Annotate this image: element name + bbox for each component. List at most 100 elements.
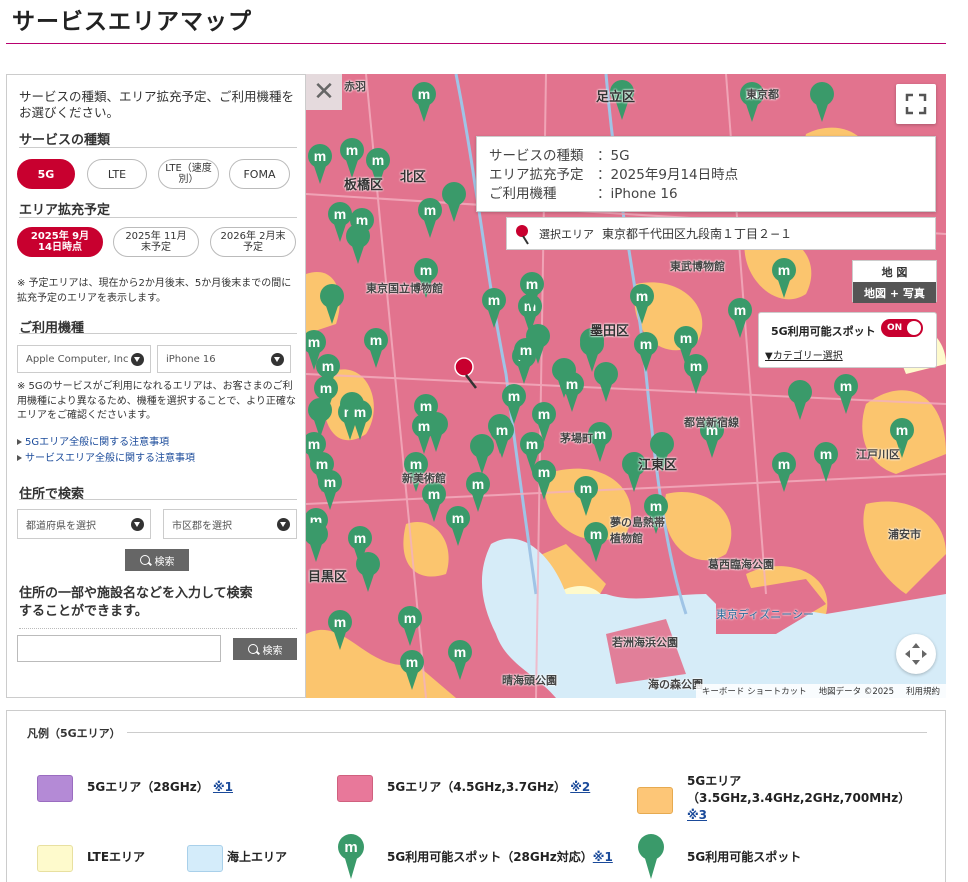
keyword-search-input[interactable] [17, 635, 221, 662]
expansion-current-button[interactable]: 2025年 9月14日時点 [17, 227, 103, 257]
recenter-button[interactable] [896, 634, 936, 674]
close-panel-button[interactable]: ✕ [306, 74, 342, 110]
keyword-search-button[interactable]: 検索 [233, 638, 297, 660]
spot-marker-glyph: m [590, 526, 602, 542]
map-place-label: 茅場町 [560, 432, 593, 445]
service-foma-button[interactable]: FOMA [229, 159, 290, 189]
spot-marker-glyph: m [472, 476, 484, 492]
legend-note-link[interactable]: ※1 [593, 850, 613, 864]
legend-text: 5Gエリア（3.5GHz,3.4GHz,2GHz,700MHz） [687, 774, 911, 805]
expansion-heading: エリア拡充予定 [19, 203, 111, 218]
city-select[interactable]: 市区郡を選択 [163, 509, 297, 539]
spot-marker-glyph: m [896, 422, 908, 438]
5g-notice-link[interactable]: 5Gエリア全般に関する注意事項 [17, 433, 169, 448]
divider [19, 217, 297, 218]
address-search-button-label: 検索 [154, 556, 175, 568]
map-attribution: キーボード ショートカット 地図データ ©2025 利用規約 [695, 684, 946, 698]
legend-label-28ghz-spot: 5G利用可能スポット（28GHz対応）※1 [387, 849, 613, 866]
map-place-label: 東京ディズニーシー [716, 608, 815, 621]
map-place-label: 足立区 [596, 90, 636, 105]
service-notice-link[interactable]: サービスエリア全般に関する注意事項 [17, 449, 195, 464]
map-place-label: 板橋区 [344, 178, 384, 193]
spot-marker-glyph: m [320, 380, 332, 396]
prefecture-select[interactable]: 都道府県を選択 [17, 509, 151, 539]
spot-marker-glyph: m [690, 358, 702, 374]
selected-area-label: 選択エリア [539, 227, 594, 241]
spot-marker-head [470, 434, 494, 458]
triangle-right-icon [17, 439, 22, 445]
chevron-down-icon [277, 518, 290, 531]
spot-marker-glyph: m [488, 292, 500, 308]
expansion-current-label: 2025年 9月14日時点 [30, 231, 90, 253]
map-place-label: 浦安市 [888, 528, 921, 541]
page-title: サービスエリアマップ [12, 9, 252, 35]
map-place-label: 新美術館 [402, 472, 446, 485]
legend-label-spot: 5G利用可能スポット [687, 850, 802, 864]
info-service-value-text: 5G [610, 148, 630, 164]
info-service-value: ：5G [597, 148, 630, 164]
terms-link[interactable]: 利用規約 [906, 685, 940, 697]
expansion-note: ※ 予定エリアは、現在から2か月後末、5か月後末までの間に拡充予定のエリアを表示… [17, 278, 292, 304]
selection-info-box: サービスの種類 ：5G エリア拡充予定 ：2025年9月14日時点 ご利用機種 ：iP… [476, 136, 936, 212]
map-place-label: 東京都 [746, 88, 779, 101]
spot-marker-head [442, 182, 466, 206]
map-place-label: 東武博物館 [670, 260, 725, 273]
model-select[interactable]: iPhone 16 [157, 345, 291, 373]
service-lte-button[interactable]: LTE [87, 159, 147, 189]
expansion-feb-button[interactable]: 2026年 2月末予定 [210, 227, 296, 257]
map-place-label: 墨田区 [590, 324, 630, 339]
category-select-link[interactable]: ▼カテゴリー選択 [765, 347, 843, 362]
map-pin-icon [516, 225, 529, 245]
legend-label-sea: 海上エリア [227, 850, 288, 864]
address-search-button[interactable]: 検索 [125, 549, 189, 571]
chevron-down-icon [131, 353, 144, 366]
service-area-map[interactable]: mmmmmmmmmmmmmmmmmmmmmmmmmmmmmmmmmmmmmmmm… [306, 74, 946, 698]
legend-note-link[interactable]: ※3 [687, 808, 707, 822]
map-place-label: 東京国立博物館 [366, 282, 443, 295]
service-5g-button[interactable]: 5G [17, 159, 75, 189]
spot-marker-glyph: m [420, 398, 432, 414]
5g-notice-link-text: 5Gエリア全般に関する注意事項 [25, 437, 170, 448]
spot-marker-glyph: m [526, 436, 538, 452]
triangle-right-icon [17, 455, 22, 461]
spot-marker-glyph: m [324, 474, 336, 490]
search-icon [247, 644, 258, 654]
info-service-row: サービスの種類 ：5G [489, 147, 923, 166]
expansion-nov-button[interactable]: 2025年 11月末予定 [113, 227, 199, 257]
service-lte-speed-button[interactable]: LTE（速度別） [158, 159, 219, 189]
spot-marker-glyph: m [520, 342, 532, 358]
spot-marker-glyph: m [840, 378, 852, 394]
spot-marker-glyph: m [594, 426, 606, 442]
info-expansion-row: エリア拡充予定 ：2025年9月14日時点 [489, 166, 923, 185]
map-place-label: 晴海頭公園 [502, 674, 557, 687]
legend-label-28ghz: 5Gエリア（28GHz） ※1 [87, 779, 233, 796]
legend-text: 5Gエリア（4.5GHz,3.7GHz） [387, 780, 567, 794]
fullscreen-button[interactable] [896, 84, 936, 124]
service-lte-speed-label: LTE（速度別） [165, 163, 212, 185]
info-device-value-text: iPhone 16 [610, 186, 678, 202]
spot-marker-glyph: m [420, 262, 432, 278]
legend-panel: 凡例（5Gエリア） 5Gエリア（28GHz） ※1 5Gエリア（4.5GHz,3… [6, 710, 946, 882]
spot-marker-glyph: m [322, 358, 334, 374]
legend-label-sub6: 5Gエリア（3.5GHz,3.4GHz,2GHz,700MHz） ※3 [687, 773, 927, 824]
spot-marker-glyph: m [418, 86, 430, 102]
map-view-toggle: 地 図 地図 + 写真 [852, 260, 937, 303]
map-view-button[interactable]: 地 図 [853, 261, 936, 282]
spot-toggle-switch[interactable]: ON [881, 319, 923, 337]
map-photo-view-button[interactable]: 地図 + 写真 [853, 282, 936, 303]
spot-marker-head [810, 82, 834, 106]
keyboard-shortcut-link[interactable]: キーボード ショートカット [702, 685, 807, 697]
maker-select[interactable]: Apple Computer, Inc [17, 345, 151, 373]
spot-marker-glyph: m [424, 202, 436, 218]
maker-value: Apple Computer, Inc [26, 353, 129, 365]
intro-text: サービスの種類、エリア拡充予定、ご利用機種をお選びください。 [19, 89, 295, 120]
info-expansion-value: ：2025年9月14日時点 [597, 167, 739, 183]
legend-note-link[interactable]: ※2 [570, 780, 590, 794]
map-data-credit: 地図データ ©2025 [818, 687, 894, 697]
legend-note-link[interactable]: ※1 [213, 780, 233, 794]
divider [19, 628, 297, 629]
m-spot-pin-icon: m [338, 834, 364, 879]
info-device-value: ：iPhone 16 [597, 186, 678, 202]
map-place-label: 江東区 [638, 458, 678, 473]
spot-pin-icon [638, 834, 664, 879]
